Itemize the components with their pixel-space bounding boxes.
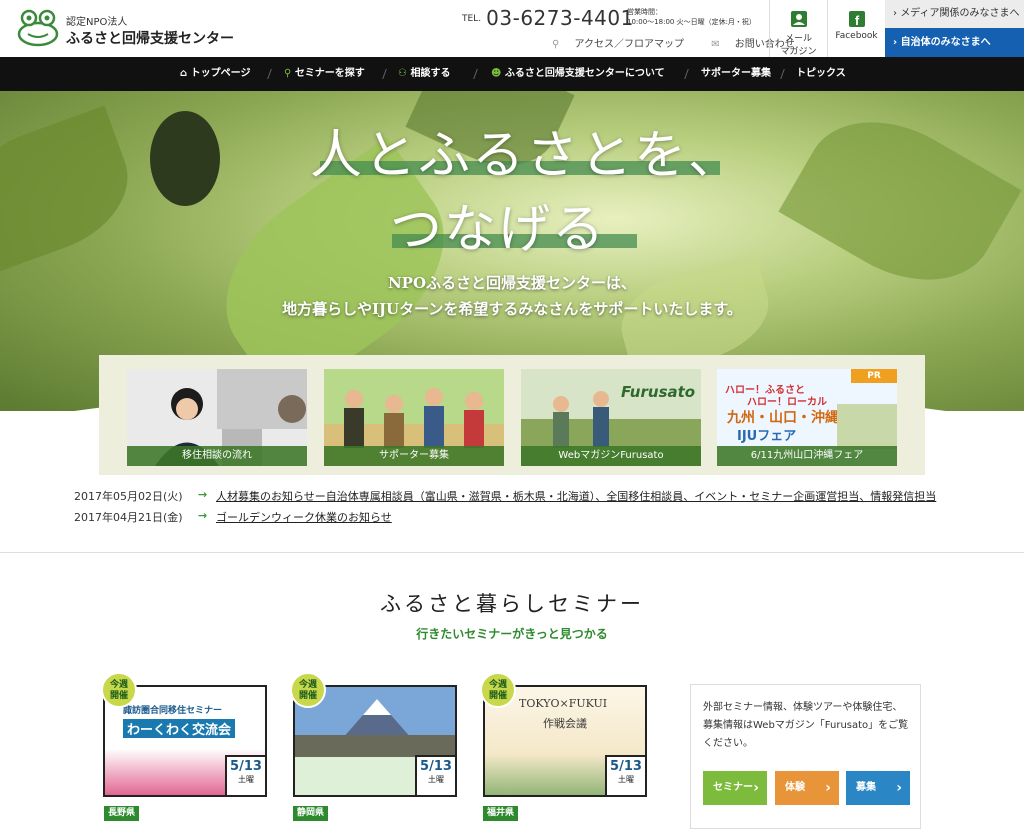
nav-find-seminar[interactable]: ⚲ セミナーを探す bbox=[284, 57, 365, 91]
logo-subtitle: 認定NPO法人 bbox=[66, 17, 128, 28]
search-icon: ⚲ bbox=[284, 68, 292, 79]
home-icon: ⌂ bbox=[180, 68, 188, 79]
tel-number: 03-6273-4401 bbox=[486, 6, 634, 30]
main-nav: ⌂ トップページ ⚲ セミナーを探す ⚇ 相談する ☻ ふるさと回帰支援センター… bbox=[0, 57, 1024, 91]
recruit-category-button[interactable]: 募集 › bbox=[846, 771, 910, 805]
banner-strip: 移住相談の流れ サポーター募集 Furusato WebマガジンFurusato… bbox=[99, 355, 925, 475]
media-link[interactable]: › メディア関係のみなさまへ bbox=[885, 0, 1024, 28]
jichitai-link[interactable]: › 自治体のみなさまへ bbox=[885, 28, 1024, 57]
banner-caption: サポーター募集 bbox=[324, 446, 504, 466]
news-link[interactable]: ゴールデンウィーク休業のお知らせ bbox=[216, 509, 392, 525]
hero-desc-line2: 地方暮らしやIJUターンを希望するみなさんをサポートいたします。 bbox=[282, 300, 742, 318]
seminar-date: 5/13 土曜 bbox=[605, 755, 645, 795]
banner-caption: WebマガジンFurusato bbox=[521, 446, 701, 466]
banner-caption: 移住相談の流れ bbox=[127, 446, 307, 466]
seminar-section-subtitle: 行きたいセミナーがきっと見つかる bbox=[416, 627, 608, 641]
info-text: 外部セミナー情報、体験ツアーや体験住宅、募集情報はWebマガジン「Furusat… bbox=[703, 702, 909, 749]
mail-magazine-icon bbox=[790, 11, 807, 27]
logo-name: ふるさと回帰支援センター bbox=[66, 31, 234, 47]
business-hours: 営業時間： 10:00〜18:00 火〜日曜（定休:月・祝） bbox=[627, 7, 756, 27]
news-date: 2017年04月21日(金) bbox=[74, 511, 183, 524]
arrow-right-icon: → bbox=[198, 488, 208, 501]
news-date: 2017年05月02日(火) bbox=[74, 490, 183, 503]
prefecture-tag: 福井県 bbox=[483, 806, 519, 821]
poster-title: 諏訪圏合同移住セミナー bbox=[123, 706, 223, 716]
nav-supporter[interactable]: サポーター募集 bbox=[701, 57, 771, 91]
fair-line2: ハロー！ローカル bbox=[747, 397, 827, 408]
mail-magazine-button[interactable]: メール マガジン bbox=[769, 0, 827, 57]
experience-category-button[interactable]: 体験 › bbox=[775, 771, 839, 805]
this-week-badge: 今週 開催 bbox=[480, 672, 516, 708]
seminar-category-button[interactable]: セミナー › bbox=[703, 771, 767, 805]
chevron-right-icon: › bbox=[893, 37, 898, 48]
map-pin-icon: ⚲ bbox=[552, 39, 560, 50]
this-week-badge: 今週 開催 bbox=[101, 672, 137, 708]
chevron-right-icon: › bbox=[896, 780, 902, 796]
seminar-section-title: ふるさと暮らしセミナー bbox=[380, 592, 644, 616]
facebook-icon: f bbox=[848, 11, 865, 28]
prefecture-tag: 静岡県 bbox=[293, 806, 329, 821]
site-logo[interactable]: 認定NPO法人 ふるさと回帰支援センター bbox=[16, 8, 236, 50]
tel-label: TEL. bbox=[462, 14, 482, 24]
chevron-right-icon: › bbox=[893, 8, 897, 19]
seminar-date: 5/13 土曜 bbox=[225, 755, 265, 795]
banner-supporter[interactable]: サポーター募集 bbox=[324, 369, 504, 466]
poster-headline: わーくわく交流会 bbox=[123, 719, 236, 738]
pr-badge: PR bbox=[851, 369, 897, 383]
seminar-date: 5/13 土曜 bbox=[415, 755, 455, 795]
nav-top-page[interactable]: ⌂ トップページ bbox=[180, 57, 250, 91]
prefecture-tag: 長野県 bbox=[104, 806, 140, 821]
svg-text:f: f bbox=[854, 13, 859, 28]
site-header: 認定NPO法人 ふるさと回帰支援センター TEL. 03-6273-4401 営… bbox=[0, 0, 1024, 57]
furusato-logo: Furusato bbox=[621, 383, 696, 401]
poster-headline: 作戦会議 bbox=[543, 717, 587, 730]
poster-title: TOKYO×FUKUI bbox=[519, 697, 608, 710]
consult-icon: ⚇ bbox=[398, 68, 407, 79]
fair-line4: IJUフェア bbox=[737, 429, 797, 444]
hero-title-line2: つなげる bbox=[390, 200, 607, 260]
chevron-right-icon: › bbox=[753, 780, 759, 796]
fair-line3: 九州・山口・沖縄 bbox=[727, 410, 839, 426]
nav-about[interactable]: ☻ ふるさと回帰支援センターについて bbox=[491, 57, 665, 91]
access-link[interactable]: ⚲ アクセス／フロアマップ bbox=[552, 39, 699, 50]
furusato-info-box: 外部セミナー情報、体験ツアーや体験住宅、募集情報はWebマガジン「Furusat… bbox=[690, 684, 921, 829]
news-link[interactable]: 人材募集のお知らせー自治体専属相談員（富山県・滋賀県・栃木県・北海道）、全国移住… bbox=[216, 488, 936, 504]
this-week-badge: 今週 開催 bbox=[290, 672, 326, 708]
hero-title-line1: 人とふるさとを、 bbox=[310, 126, 743, 186]
banner-web-magazine[interactable]: Furusato WebマガジンFurusato bbox=[521, 369, 701, 466]
arrow-right-icon: → bbox=[198, 509, 208, 522]
chevron-right-icon: › bbox=[825, 780, 831, 796]
section-divider bbox=[0, 552, 1024, 553]
phone-number: TEL. 03-6273-4401 bbox=[462, 6, 634, 30]
banner-kyushu-fair[interactable]: PR ハロー！ふるさと ハロー！ローカル 九州・山口・沖縄 IJUフェア 6/1… bbox=[717, 369, 897, 466]
banner-caption: 6/11九州山口沖縄フェア bbox=[717, 446, 897, 466]
facebook-button[interactable]: f Facebook bbox=[827, 0, 885, 57]
frog-logo-icon bbox=[17, 9, 59, 47]
banner-consult-flow[interactable]: 移住相談の流れ bbox=[127, 369, 307, 466]
frog-icon: ☻ bbox=[491, 68, 502, 79]
hero-desc-line1: NPOふるさと回帰支援センターは、 bbox=[387, 274, 637, 292]
mail-icon: ✉ bbox=[711, 39, 720, 50]
hours-label: 営業時間： bbox=[627, 8, 662, 16]
nav-consult[interactable]: ⚇ 相談する bbox=[398, 57, 450, 91]
hours-value: 10:00〜18:00 火〜日曜（定休:月・祝） bbox=[627, 18, 756, 26]
nav-topics[interactable]: トピックス bbox=[796, 57, 846, 91]
